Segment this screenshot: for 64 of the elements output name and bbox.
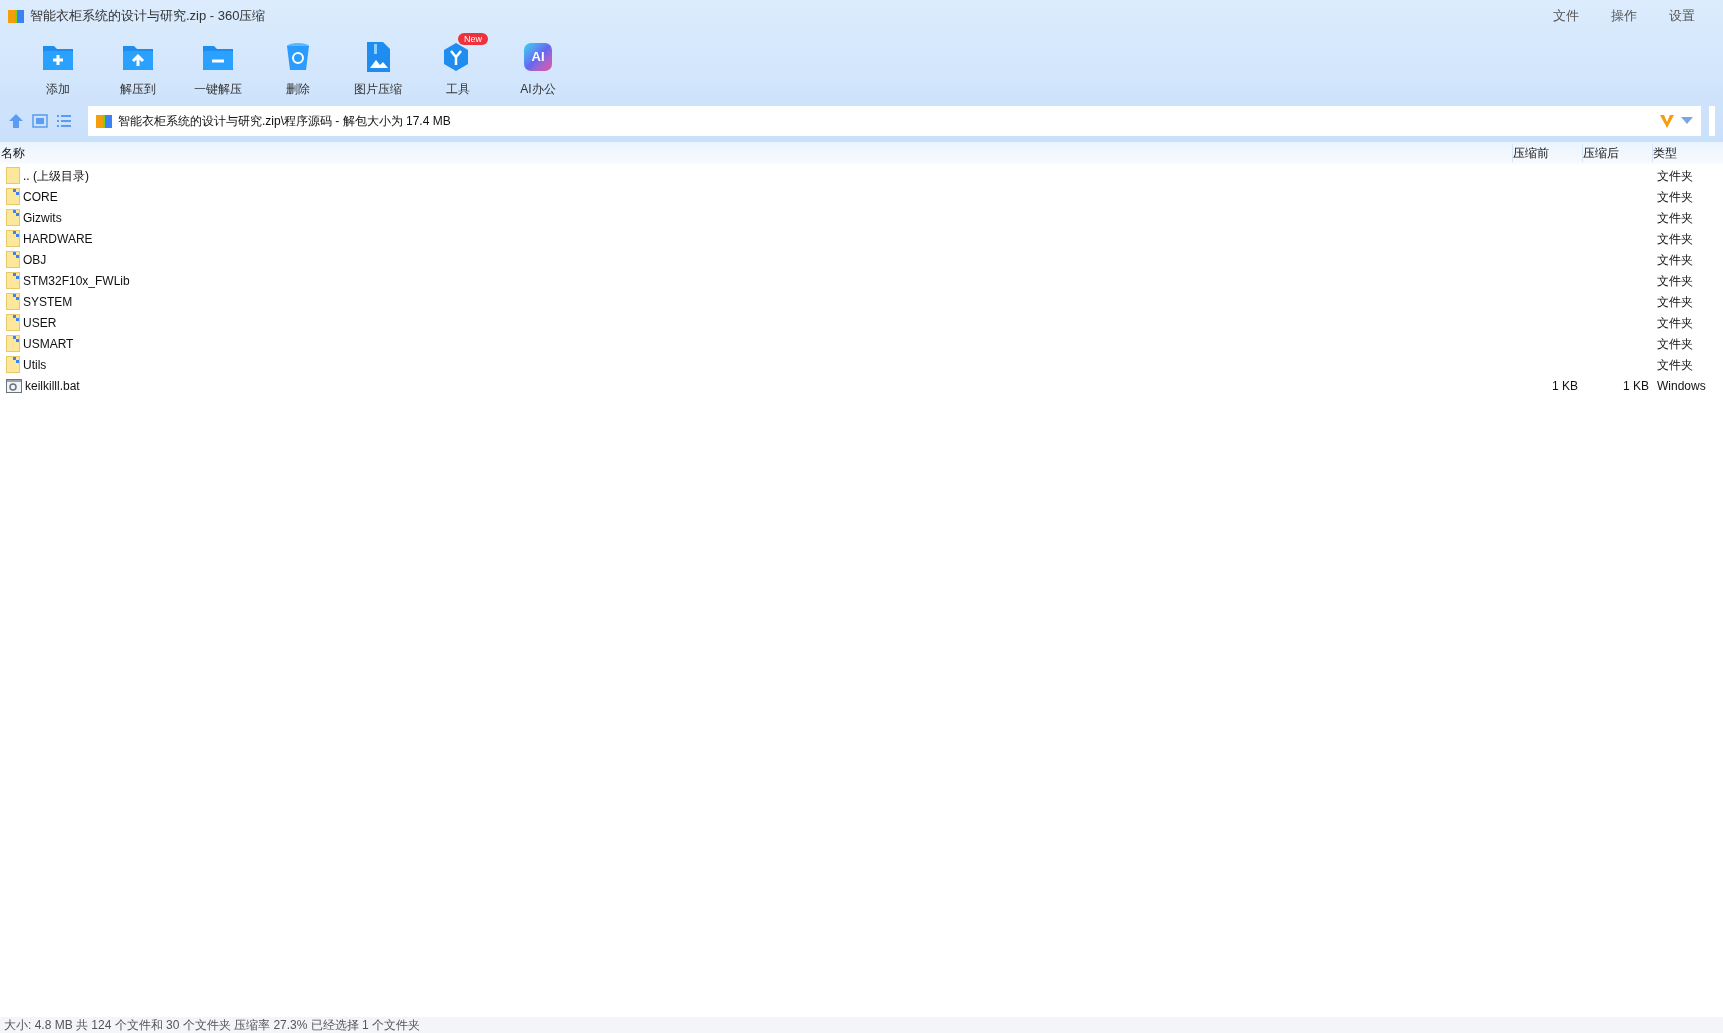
recycle-bin-icon [285, 42, 311, 72]
packed-size-cell: 1 KB [1623, 378, 1649, 393]
new-badge: New [458, 33, 488, 45]
file-name: USMART [23, 335, 74, 353]
file-name: Utils [23, 356, 47, 374]
toolbar-button[interactable]: 添加 [18, 32, 98, 98]
size-cell: 1 KB [1552, 378, 1578, 393]
type-cell: 文件夹 [1657, 168, 1693, 183]
folder-icon [6, 272, 20, 289]
list-view-icon[interactable] [56, 113, 72, 129]
toolbar-button[interactable]: New 工具 [418, 32, 498, 98]
folder-icon [6, 167, 20, 184]
column-header[interactable]: 压缩前 [1512, 144, 1582, 162]
address-path: 智能衣柜系统的设计与研究.zip\程序源码 - 解包大小为 17.4 MB [118, 113, 451, 130]
folder-icon [6, 251, 20, 268]
type-cell: 文件夹 [1657, 357, 1693, 372]
file-name: OBJ [23, 251, 47, 269]
menu-item[interactable]: 设置 [1669, 6, 1695, 26]
file-name: Gizwits [23, 209, 62, 227]
ai-icon: AI [524, 43, 552, 71]
toolbar-button[interactable]: 解压到 [98, 32, 178, 98]
menu-item[interactable]: 操作 [1611, 6, 1637, 26]
folder-icon [6, 356, 20, 373]
type-cell: 文件夹 [1657, 294, 1693, 309]
thumbnail-view-icon[interactable] [32, 113, 48, 129]
folder-icon [6, 209, 20, 226]
folder-icon [6, 230, 20, 247]
toolbar-button[interactable]: AI AI办公 [498, 32, 578, 98]
type-cell: 文件夹 [1657, 231, 1693, 246]
column-header[interactable]: 压缩后 [1582, 144, 1652, 162]
file-name: SYSTEM [23, 293, 73, 311]
dropdown-caret-icon[interactable] [1681, 117, 1693, 125]
file-name: keilkilll.bat [25, 377, 80, 395]
type-cell: 文件夹 [1657, 252, 1693, 267]
archive-icon [96, 113, 112, 129]
type-cell: 文件夹 [1657, 315, 1693, 330]
column-header[interactable]: 类型 [1652, 144, 1723, 162]
status-text: 大小: 4.8 MB 共 124 个文件和 30 个文件夹 压缩率 27.3% 已经选择 1 个文件夹 [4, 1017, 421, 1033]
type-cell: 文件夹 [1657, 273, 1693, 288]
type-cell: 文件夹 [1657, 336, 1693, 351]
file-name: HARDWARE [23, 230, 93, 248]
address-bar[interactable]: 智能衣柜系统的设计与研究.zip\程序源码 - 解包大小为 17.4 MB [88, 106, 1701, 136]
folder-icon [6, 314, 20, 331]
up-arrow-icon[interactable] [8, 113, 24, 129]
type-cell: Windows [1657, 378, 1706, 393]
folder-icon [6, 188, 20, 205]
file-name: USER [23, 314, 57, 332]
menu-item[interactable]: 文件 [1553, 6, 1579, 26]
toolbar-button[interactable]: 图片压缩 [338, 32, 418, 98]
column-header[interactable]: 名称 [0, 144, 1512, 162]
file-name: CORE [23, 188, 58, 206]
file-name: .. (上级目录) [23, 167, 89, 185]
toolbar-button[interactable]: 一键解压 [178, 32, 258, 98]
image-file-icon [365, 41, 391, 73]
type-cell: 文件夹 [1657, 189, 1693, 204]
toolbar-button[interactable]: 删除 [258, 32, 338, 98]
archive-icon [8, 8, 24, 24]
folder-icon [6, 335, 20, 352]
gear-file-icon [6, 378, 22, 393]
file-name: STM32F10x_FWLib [23, 272, 130, 290]
type-cell: 文件夹 [1657, 210, 1693, 225]
folder-icon [6, 293, 20, 310]
v-logo-icon[interactable] [1659, 113, 1675, 129]
window-title: 智能衣柜系统的设计与研究.zip - 360压缩 [30, 7, 266, 26]
